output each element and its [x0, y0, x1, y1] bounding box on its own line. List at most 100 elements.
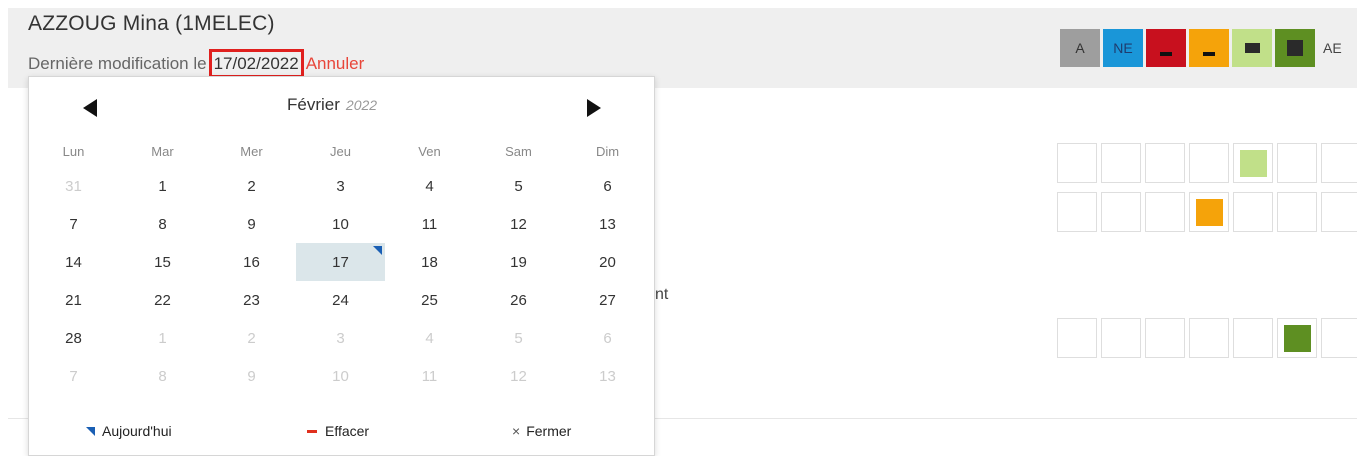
grid-cell[interactable] [1057, 143, 1097, 183]
calendar-day[interactable]: 22 [118, 281, 207, 319]
grid-cell[interactable] [1277, 143, 1317, 183]
today-label: Aujourd'hui [102, 423, 172, 439]
prev-month-icon[interactable] [83, 99, 97, 117]
calendar-day[interactable]: 12 [474, 357, 563, 395]
calendar-day[interactable]: 3 [296, 167, 385, 205]
legend-item-2[interactable] [1146, 29, 1186, 67]
calendar-day[interactable]: 13 [563, 205, 652, 243]
close-button[interactable]: × Fermer [512, 423, 571, 439]
calendar-day[interactable]: 6 [563, 319, 652, 357]
day-number: 4 [425, 177, 434, 195]
clear-label: Effacer [325, 423, 370, 439]
calendar-day[interactable]: 27 [563, 281, 652, 319]
calendar-day[interactable]: 4 [385, 319, 474, 357]
today-button[interactable]: Aujourd'hui [86, 423, 172, 439]
calendar-day[interactable]: 2 [207, 319, 296, 357]
dash-icon [1160, 52, 1172, 56]
calendar-day[interactable]: 10 [296, 357, 385, 395]
weekday-label: Lun [62, 143, 85, 159]
modification-line: Dernière modification le 17/02/2022 Annule… [28, 49, 364, 78]
day-number: 21 [65, 291, 82, 309]
calendar-day-selected[interactable]: 17 [296, 243, 385, 281]
grid-cell[interactable] [1233, 192, 1273, 232]
legend-item-0[interactable]: A [1060, 29, 1100, 67]
grid-cell[interactable] [1321, 192, 1357, 232]
calendar-day[interactable]: 20 [563, 243, 652, 281]
grid-row [1057, 318, 1357, 358]
calendar-day[interactable]: 4 [385, 167, 474, 205]
grid-cell[interactable] [1057, 192, 1097, 232]
calendar-day[interactable]: 2 [207, 167, 296, 205]
day-number: 22 [154, 291, 171, 309]
legend-item-5[interactable] [1275, 29, 1315, 67]
calendar-day[interactable]: 23 [207, 281, 296, 319]
calendar-day[interactable]: 21 [29, 281, 118, 319]
calendar-day[interactable]: 11 [385, 205, 474, 243]
grid-cell[interactable] [1277, 192, 1317, 232]
grid-cell[interactable] [1101, 192, 1141, 232]
calendar-day[interactable]: 8 [118, 357, 207, 395]
calendar-day[interactable]: 10 [296, 205, 385, 243]
legend-item-3[interactable] [1189, 29, 1229, 67]
modification-date[interactable]: 17/02/2022 [208, 49, 304, 78]
calendar-day[interactable]: 28 [29, 319, 118, 357]
grid-cell[interactable] [1101, 143, 1141, 183]
calendar-day[interactable]: 1 [118, 319, 207, 357]
weekday-label: Sam [505, 143, 532, 159]
calendar-day[interactable]: 1 [118, 167, 207, 205]
weekday-label: Mer [240, 143, 263, 159]
calendar-day[interactable]: 11 [385, 357, 474, 395]
date-picker: Février 2022 Lun Mar Mer Jeu Ven Sam Dim 31 1 2 3 4 5… [28, 76, 655, 456]
calendar-day[interactable]: 5 [474, 319, 563, 357]
calendar-day[interactable]: 26 [474, 281, 563, 319]
grid-cell[interactable] [1189, 318, 1229, 358]
calendar-day[interactable]: 7 [29, 357, 118, 395]
day-number: 31 [65, 177, 82, 195]
legend-label: A [1075, 40, 1085, 56]
calendar-day[interactable]: 5 [474, 167, 563, 205]
grid-cell[interactable] [1233, 318, 1273, 358]
calendar-day[interactable]: 12 [474, 205, 563, 243]
grid-cell[interactable] [1145, 192, 1185, 232]
legend-item-4[interactable] [1232, 29, 1272, 67]
grid-cell[interactable] [1057, 318, 1097, 358]
day-number: 10 [332, 367, 349, 385]
grid-cell[interactable] [1101, 318, 1141, 358]
grid-cell[interactable] [1321, 143, 1357, 183]
calendar-day[interactable]: 18 [385, 243, 474, 281]
calendar-day[interactable]: 9 [207, 205, 296, 243]
calendar-day[interactable]: 25 [385, 281, 474, 319]
calendar-day[interactable]: 7 [29, 205, 118, 243]
calendar-month: Février [287, 95, 340, 114]
calendar-day[interactable]: 9 [207, 357, 296, 395]
calendar-day[interactable]: 24 [296, 281, 385, 319]
calendar-day[interactable]: 6 [563, 167, 652, 205]
calendar-day[interactable]: 8 [118, 205, 207, 243]
day-number: 20 [599, 253, 616, 271]
close-label: Fermer [526, 423, 572, 439]
grid-cell[interactable] [1233, 143, 1273, 183]
grid-cell[interactable] [1189, 143, 1229, 183]
grid-cell[interactable] [1145, 318, 1185, 358]
day-number: 14 [65, 253, 82, 271]
clear-button[interactable]: Effacer [307, 423, 369, 439]
student-name: AZZOUG Mina (1MELEC) [28, 12, 275, 35]
calendar-day[interactable]: 31 [29, 167, 118, 205]
calendar-day[interactable]: 13 [563, 357, 652, 395]
close-icon: × [512, 423, 521, 439]
cancel-link[interactable]: Annuler [306, 54, 365, 73]
day-number: 1 [158, 329, 167, 347]
calendar-day[interactable]: 16 [207, 243, 296, 281]
grid-cell[interactable] [1321, 318, 1357, 358]
next-month-icon[interactable] [587, 99, 601, 117]
grid-cell[interactable] [1145, 143, 1185, 183]
calendar-day[interactable]: 3 [296, 319, 385, 357]
calendar-day[interactable]: 14 [29, 243, 118, 281]
day-number: 19 [510, 253, 527, 271]
grid-cell[interactable] [1277, 318, 1317, 358]
calendar-day[interactable]: 15 [118, 243, 207, 281]
legend-item-1[interactable]: NE [1103, 29, 1143, 67]
grid-cell[interactable] [1189, 192, 1229, 232]
calendar-day[interactable]: 19 [474, 243, 563, 281]
day-number: 10 [332, 215, 349, 233]
